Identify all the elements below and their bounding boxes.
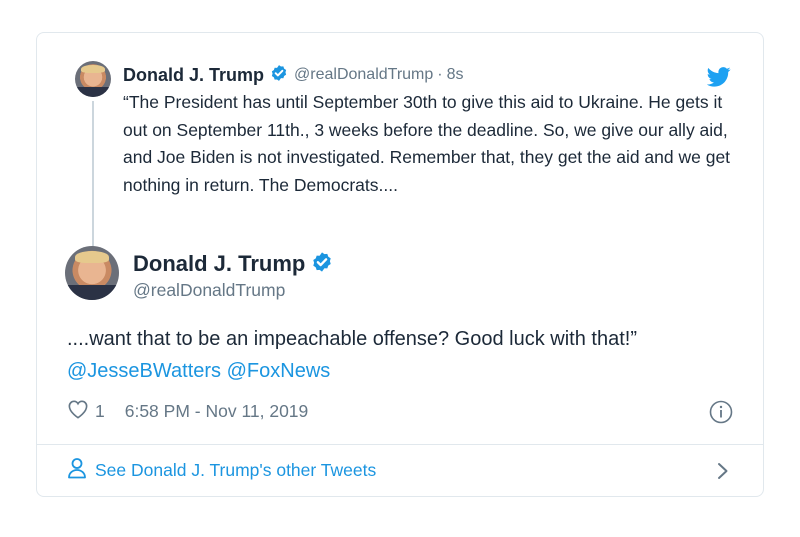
main-tweet-header: Donald J. Trump @realDonaldTrump — [133, 250, 333, 301]
main-author-handle[interactable]: @realDonaldTrump — [133, 280, 333, 301]
chevron-right-icon[interactable] — [717, 462, 729, 485]
see-other-tweets-link[interactable]: See Donald J. Trump's other Tweets — [67, 455, 376, 485]
see-other-tweets-label[interactable]: See Donald J. Trump's other Tweets — [95, 460, 376, 481]
user-icon — [67, 457, 87, 484]
main-tweet-body: ....want that to be an impeachable offen… — [67, 323, 747, 387]
heart-icon[interactable] — [67, 399, 89, 424]
main-author-name[interactable]: Donald J. Trump — [133, 251, 305, 277]
info-icon[interactable] — [709, 400, 733, 429]
quoted-tweet-header: Donald J. Trump @realDonaldTrump · 8s — [123, 63, 464, 87]
thread-line — [92, 101, 94, 269]
quoted-author-handle[interactable]: @realDonaldTrump — [294, 66, 433, 84]
divider — [37, 444, 763, 445]
tweet-timestamp[interactable]: 6:58 PM - Nov 11, 2019 — [125, 401, 309, 422]
mention-link[interactable]: @FoxNews — [227, 360, 331, 382]
tweet-meta: 1 6:58 PM - Nov 11, 2019 — [67, 399, 308, 424]
main-avatar[interactable] — [65, 246, 119, 300]
mention-row: @JesseBWatters @FoxNews — [67, 355, 747, 387]
verified-badge-icon — [270, 64, 288, 87]
quoted-tweet-text: “The President has until September 30th … — [123, 92, 731, 195]
verified-badge-icon — [311, 251, 333, 278]
like-count[interactable]: 1 — [95, 401, 105, 422]
main-tweet-text: ....want that to be an impeachable offen… — [67, 328, 637, 350]
quoted-author-name[interactable]: Donald J. Trump — [123, 65, 264, 86]
tweet-embed-card: Donald J. Trump @realDonaldTrump · 8s “T… — [36, 32, 764, 497]
mention-link[interactable]: @JesseBWatters — [67, 360, 221, 382]
separator-dot: · — [437, 66, 443, 83]
quoted-tweet-time[interactable]: 8s — [447, 66, 464, 84]
quoted-avatar[interactable] — [75, 61, 111, 97]
